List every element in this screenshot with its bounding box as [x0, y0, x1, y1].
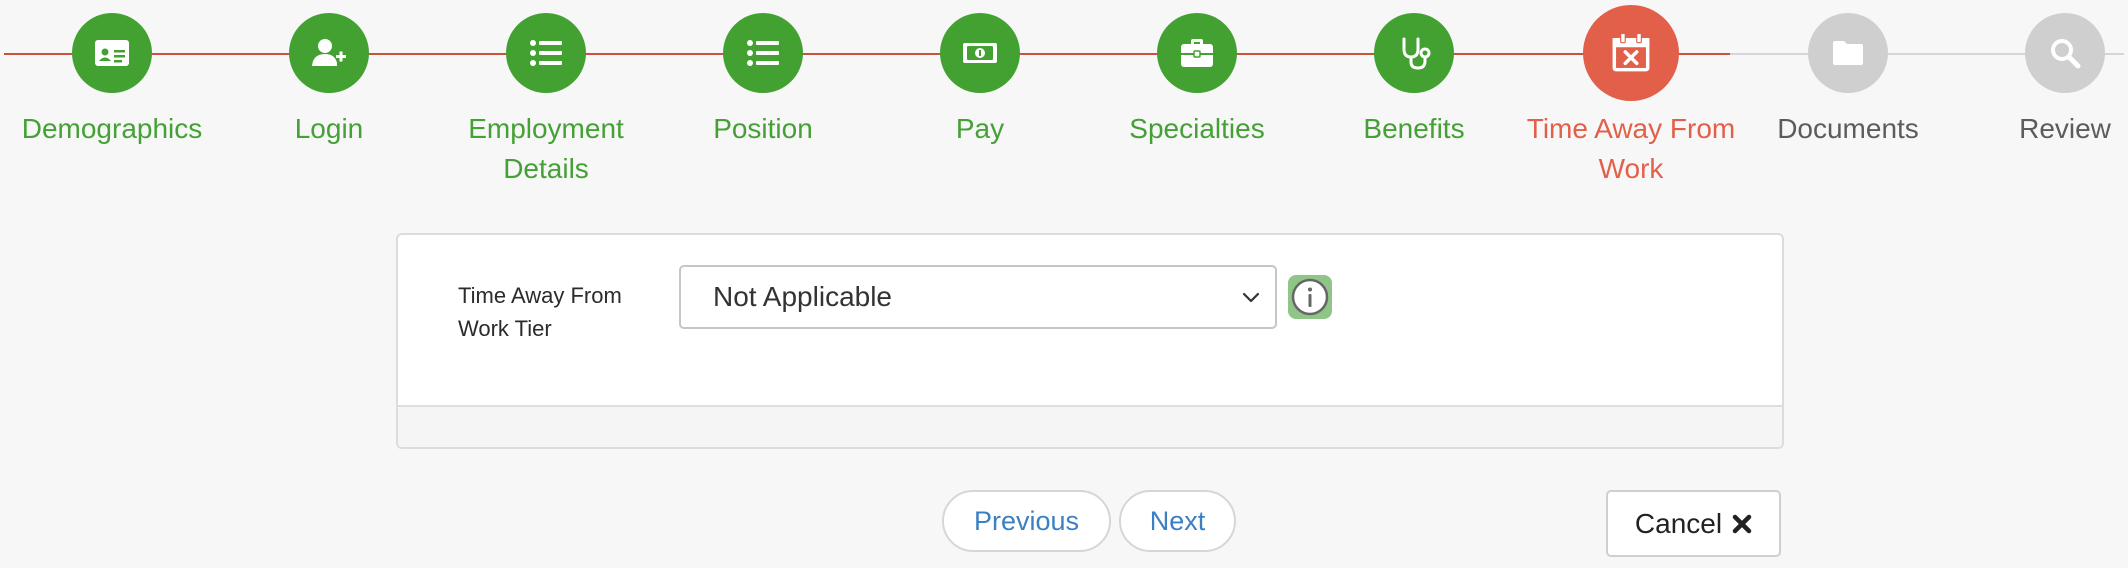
step-label: Documents [1777, 113, 1919, 144]
step-documents[interactable]: Documents [1738, 13, 1958, 149]
step-label: Login [294, 113, 364, 144]
list-icon [530, 40, 562, 66]
calendar-x-icon [1612, 32, 1650, 72]
step-demographics-circle [72, 13, 152, 93]
step-label: Benefits [1363, 113, 1465, 144]
step-benefits[interactable]: Benefits [1304, 13, 1524, 149]
search-icon [2051, 39, 2081, 69]
step-label: Review [2019, 113, 2111, 144]
step-demographics[interactable]: Demographics [2, 13, 222, 149]
next-button[interactable]: Next [1119, 490, 1236, 552]
step-specialties[interactable]: Specialties [1087, 13, 1307, 149]
step-specialties-circle [1157, 13, 1237, 93]
step-review[interactable]: Review [1955, 13, 2128, 149]
list-icon [747, 40, 779, 66]
step-documents-circle [1808, 13, 1888, 93]
step-login[interactable]: Login [219, 13, 439, 149]
cancel-button-label: Cancel [1634, 507, 1723, 539]
step-time-away-from-work[interactable]: Time Away From Work [1521, 5, 1741, 189]
close-icon [1732, 514, 1752, 533]
form-card-footer [398, 405, 1782, 447]
folder-icon [1833, 41, 1863, 65]
step-login-circle [289, 13, 369, 93]
step-position-circle [723, 13, 803, 93]
user-plus-icon [312, 39, 346, 66]
tier-select-value: Not Applicable [713, 281, 893, 312]
step-time-away-from-work-circle [1583, 5, 1679, 101]
step-employment-details[interactable]: Employment Details [436, 13, 656, 189]
step-review-circle [2025, 13, 2105, 93]
step-pay-circle [940, 13, 1020, 93]
step-benefits-circle [1374, 13, 1454, 93]
step-label: Demographics [21, 113, 203, 144]
info-circle-icon [1291, 278, 1329, 316]
stethoscope-icon [1402, 37, 1431, 70]
step-label: Specialties [1129, 113, 1265, 144]
tier-info-button[interactable] [1288, 275, 1332, 319]
step-label: Employment Details [468, 113, 624, 184]
form-card: Time Away From Work Tier Not Applicable [396, 233, 1784, 449]
step-position[interactable]: Position [653, 13, 873, 149]
tier-label: Time Away From Work Tier [458, 283, 622, 341]
id-card-icon [95, 40, 129, 66]
chevron-down-icon [1242, 292, 1260, 303]
step-label: Position [713, 113, 813, 144]
step-label: Time Away From Work [1526, 113, 1736, 184]
wizard-stepper: Demographics Login Employment Details Po… [0, 0, 2128, 190]
step-label: Pay [955, 113, 1005, 144]
briefcase-icon [1181, 39, 1213, 67]
previous-button[interactable]: Previous [942, 490, 1111, 552]
money-bill-icon [963, 43, 997, 63]
step-employment-details-circle [506, 13, 586, 93]
cancel-button[interactable]: Cancel [1606, 490, 1781, 557]
step-pay[interactable]: Pay [870, 13, 1090, 149]
tier-select[interactable]: Not Applicable [679, 265, 1277, 329]
